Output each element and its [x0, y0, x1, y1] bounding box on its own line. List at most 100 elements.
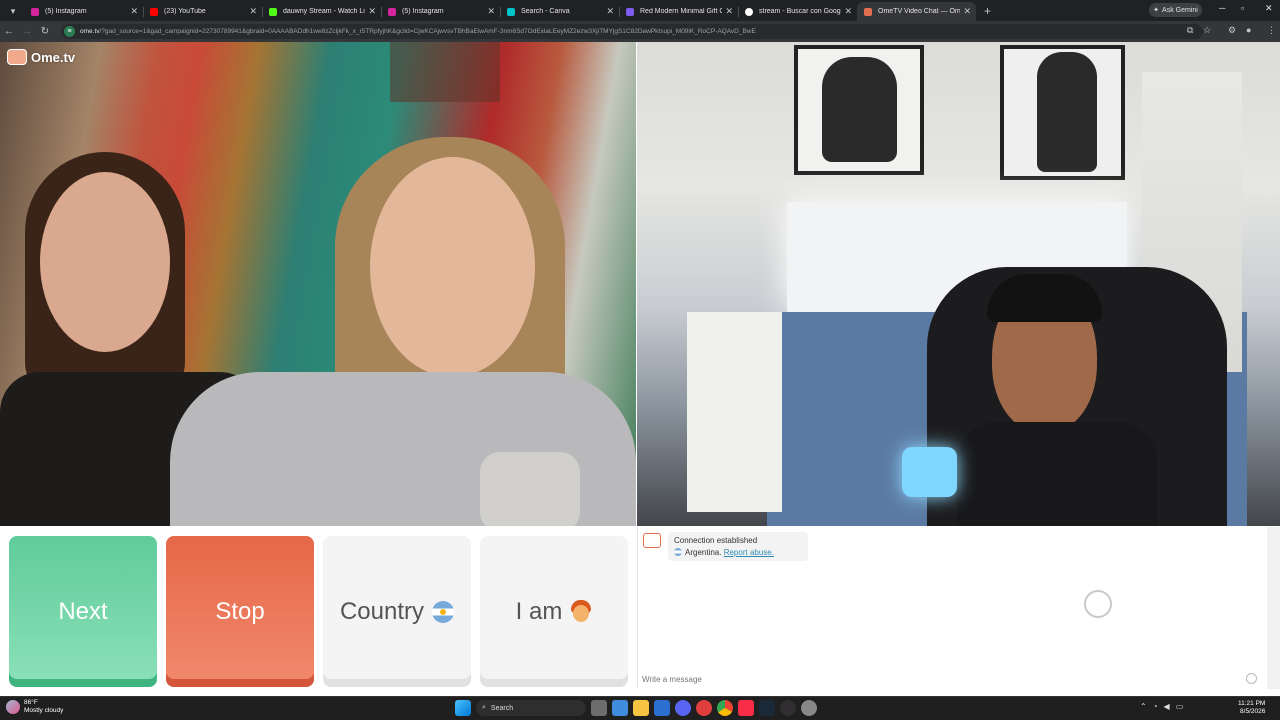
bookmark-star-icon[interactable]: ☆	[1203, 25, 1211, 36]
task-view-icon[interactable]	[591, 700, 607, 716]
canva-design-icon	[626, 7, 634, 16]
ometv-system-icon	[643, 533, 661, 548]
install-app-icon[interactable]: ⧉	[1187, 25, 1193, 36]
stranger-country: Argentina.	[685, 548, 722, 557]
browser-tab-strip: ▾ (5) Instagram ✕ (23) YouTube ✕ dauwny St…	[0, 0, 1280, 21]
address-bar[interactable]: ≡ ome.tv/?gad_source=1&gad_campaignid=22…	[61, 24, 1203, 39]
weather-widget[interactable]: 86°F Mostly cloudy	[6, 699, 63, 715]
browser-tab-active[interactable]: OmeTV Video Chat — Ome ✕	[857, 2, 976, 21]
new-tab-button[interactable]: +	[984, 4, 991, 18]
system-message: Connection established Argentina. Report…	[668, 532, 808, 561]
argentina-flag-icon	[674, 548, 682, 556]
discord-icon[interactable]	[675, 700, 691, 716]
browser-tab[interactable]: (5) Instagram ✕	[381, 2, 500, 21]
tab-title: (23) YouTube	[164, 8, 206, 15]
self-video	[637, 42, 1280, 526]
reload-icon[interactable]: ↻	[36, 26, 54, 37]
country-filter-button[interactable]: Country	[323, 536, 471, 687]
steam-icon[interactable]	[759, 700, 775, 716]
tab-title: stream - Buscar con Google	[759, 8, 841, 15]
tab-title: (5) Instagram	[402, 8, 444, 15]
chat-scrollbar[interactable]	[1267, 527, 1280, 689]
chat-panel: Connection established Argentina. Report…	[637, 527, 1267, 689]
close-tab-icon[interactable]: ✕	[487, 6, 495, 17]
weather-desc: Mostly cloudy	[24, 707, 64, 714]
argentina-flag-icon	[432, 600, 455, 623]
profile-avatar[interactable]: ●	[1246, 25, 1251, 35]
chrome-icon[interactable]	[717, 700, 733, 716]
forward-icon[interactable]: →	[18, 26, 36, 37]
country-label: Country	[339, 597, 425, 625]
boy-emoji-icon	[570, 599, 592, 624]
browser-tab[interactable]: stream - Buscar con Google ✕	[738, 2, 857, 21]
browser-menu-icon[interactable]: ⋮	[1267, 25, 1276, 36]
close-tab-icon[interactable]: ✕	[844, 6, 852, 17]
close-tab-icon[interactable]: ✕	[368, 6, 376, 17]
browser-tab[interactable]: dauwny Stream - Watch Live o✕	[262, 2, 381, 21]
browser-tab[interactable]: Red Modern Minimal Gift Guid✕	[619, 2, 738, 21]
obs-icon[interactable]	[780, 700, 796, 716]
opera-gx-icon[interactable]	[696, 700, 712, 716]
ometv-logo-icon	[7, 49, 27, 65]
tab-search-menu-icon[interactable]: ▾	[4, 2, 22, 20]
ometv-logo-text: Ome.tv	[31, 49, 76, 65]
ask-gemini-label: Ask Gemini	[1162, 6, 1198, 14]
next-label: Next	[58, 597, 108, 625]
windows-taskbar: 86°F Mostly cloudy ⌕ Search ⌃ ◔ ◀ ▭ 11:21 …	[0, 696, 1280, 720]
taskbar-search[interactable]: ⌕ Search	[476, 700, 586, 716]
tab-title: (5) Instagram	[45, 8, 87, 15]
canva-icon	[507, 7, 515, 16]
store-icon[interactable]	[654, 700, 670, 716]
search-icon: ⌕	[482, 704, 486, 711]
instagram-icon	[388, 7, 396, 16]
browser-toolbar: ← → ↻ ≡ ome.tv/?gad_source=1&gad_campaig…	[0, 21, 1280, 42]
stop-button[interactable]: Stop	[166, 536, 314, 687]
file-explorer-icon[interactable]	[633, 700, 649, 716]
close-window-icon[interactable]: ✕	[1265, 3, 1273, 14]
ask-gemini-button[interactable]: ✦ Ask Gemini	[1149, 3, 1202, 17]
connection-status: Connection established	[674, 536, 758, 545]
settings-icon[interactable]	[801, 700, 817, 716]
tab-title: Search - Canva	[521, 8, 570, 15]
next-button[interactable]: Next	[9, 536, 157, 687]
tab-title: dauwny Stream - Watch Live o	[283, 8, 365, 15]
tab-title: Red Modern Minimal Gift Guid	[640, 8, 722, 15]
copilot-icon[interactable]	[612, 700, 628, 716]
windows-start-icon[interactable]	[455, 700, 471, 716]
close-tab-icon[interactable]: ✕	[130, 6, 138, 17]
url-host: ome.tv	[80, 28, 100, 35]
maximize-icon[interactable]: ▫	[1241, 3, 1244, 13]
close-tab-icon[interactable]: ✕	[963, 6, 971, 17]
emoji-picker-icon[interactable]	[1246, 673, 1257, 684]
chat-message-input[interactable]	[642, 672, 1242, 686]
taskbar-clock[interactable]: 11:21 PM 8/5/2026	[1238, 700, 1265, 716]
browser-tab[interactable]: (5) Instagram ✕	[24, 2, 143, 21]
ometv-icon	[864, 7, 872, 16]
close-tab-icon[interactable]: ✕	[249, 6, 257, 17]
close-tab-icon[interactable]: ✕	[725, 6, 733, 17]
battery-icon[interactable]: ▭	[1176, 702, 1184, 711]
gender-select-button[interactable]: I am	[480, 536, 628, 687]
minimize-icon[interactable]: ─	[1219, 3, 1225, 13]
site-info-icon[interactable]: ≡	[64, 26, 75, 37]
stop-label: Stop	[215, 597, 265, 625]
stranger-video: Ome.tv	[0, 42, 636, 526]
report-abuse-link[interactable]: Report abuse.	[724, 548, 774, 557]
tray-overflow-icon[interactable]: ⌃	[1140, 702, 1147, 711]
wifi-icon[interactable]: ◔	[1153, 702, 1158, 711]
browser-tab[interactable]: (23) YouTube ✕	[143, 2, 262, 21]
instagram-icon	[31, 7, 39, 16]
gemini-icon: ✦	[1153, 7, 1160, 14]
volume-icon[interactable]: ◀	[1164, 702, 1170, 711]
weather-temp: 86°F	[24, 699, 38, 706]
back-icon[interactable]: ←	[0, 26, 18, 37]
ometv-logo: Ome.tv	[7, 49, 75, 65]
browser-tab[interactable]: Search - Canva ✕	[500, 2, 619, 21]
apple-music-icon[interactable]	[738, 700, 754, 716]
extensions-icon[interactable]: ⚙	[1228, 25, 1236, 36]
taskbar-search-label: Search	[490, 704, 514, 712]
system-tray[interactable]: ⌃ ◔ ◀ ▭	[1140, 702, 1183, 711]
clock-date: 8/5/2026	[1240, 708, 1266, 715]
close-tab-icon[interactable]: ✕	[606, 6, 614, 17]
iam-label: I am	[515, 597, 563, 625]
